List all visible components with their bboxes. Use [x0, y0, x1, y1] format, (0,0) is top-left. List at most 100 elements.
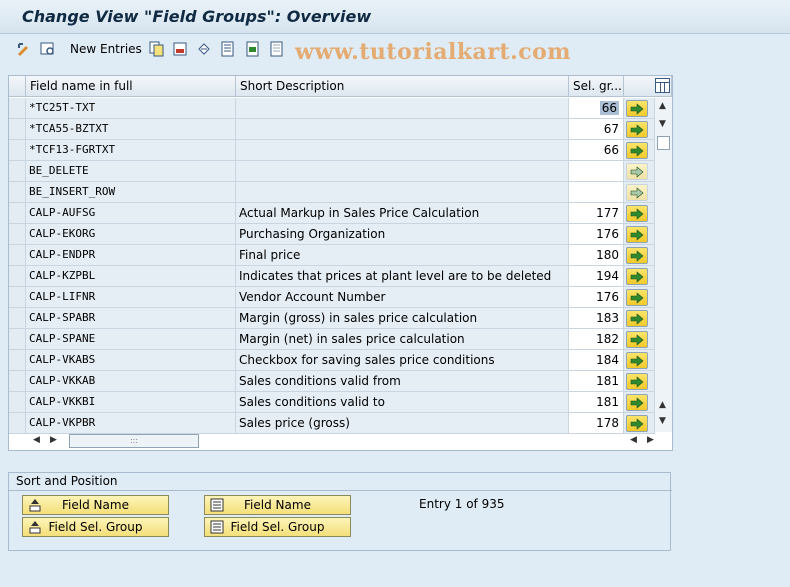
row-action-cell [624, 350, 655, 371]
navigate-detail-button[interactable] [626, 394, 648, 411]
sel-group-input[interactable]: 178 [569, 413, 624, 434]
horizontal-scrollbar[interactable]: ◀ ▶ ::: ◀ ▶ [31, 432, 671, 450]
position-field-sel-group-button[interactable]: Field Sel. Group [204, 517, 351, 537]
scroll-right-icon[interactable]: ▶ [50, 435, 57, 445]
column-settings-header [624, 76, 672, 97]
sel-group-input[interactable] [569, 182, 624, 203]
row-selector[interactable] [9, 329, 26, 350]
row-selector[interactable] [9, 140, 26, 161]
sel-group-input[interactable]: 183 [569, 308, 624, 329]
row-selector[interactable] [9, 308, 26, 329]
navigate-detail-button[interactable] [626, 121, 648, 138]
display-icon[interactable] [40, 41, 56, 57]
short-description-cell: Actual Markup in Sales Price Calculation [236, 203, 569, 224]
short-description-cell [236, 161, 569, 182]
navigate-detail-button[interactable] [626, 142, 648, 159]
navigate-detail-button[interactable] [626, 373, 648, 390]
navigate-detail-button[interactable] [626, 289, 648, 306]
select-all-rows-header[interactable] [9, 76, 26, 97]
scroll-left-icon[interactable]: ◀ [33, 435, 40, 445]
select-all-icon[interactable] [220, 41, 236, 57]
short-description-cell [236, 119, 569, 140]
arrow-right-icon [630, 375, 644, 388]
navigate-detail-button[interactable] [626, 268, 648, 285]
sel-group-input[interactable]: 194 [569, 266, 624, 287]
sel-group-input[interactable]: 66 [569, 140, 624, 161]
sel-group-input[interactable]: 180 [569, 245, 624, 266]
new-entries-button[interactable]: New Entries [70, 42, 142, 56]
navigate-detail-button[interactable] [626, 226, 648, 243]
navigate-detail-button[interactable] [626, 100, 648, 117]
table-settings-icon[interactable] [655, 78, 670, 93]
navigate-detail-button[interactable] [626, 331, 648, 348]
sel-group-input[interactable]: 182 [569, 329, 624, 350]
sel-group-input[interactable]: 66 [569, 98, 624, 119]
sort-ascending-field-name-button[interactable]: Field Name [22, 495, 169, 515]
scroll-up-icon[interactable]: ▲ [659, 101, 666, 111]
row-selector[interactable] [9, 266, 26, 287]
row-action-cell [624, 371, 655, 392]
navigate-detail-button[interactable] [626, 352, 648, 369]
row-selector[interactable] [9, 119, 26, 140]
deselect-all-icon[interactable] [269, 41, 285, 57]
row-action-cell [624, 392, 655, 413]
scroll-left-end-icon[interactable]: ◀ [630, 435, 637, 445]
sel-group-input[interactable]: 181 [569, 371, 624, 392]
edit-toggle-icon[interactable] [16, 41, 32, 57]
row-selector[interactable] [9, 245, 26, 266]
undo-icon[interactable] [196, 41, 212, 57]
sel-group-value: 67 [603, 122, 619, 136]
scroll-down-icon[interactable]: ▼ [659, 416, 666, 426]
page-up-icon[interactable]: ▼ [659, 119, 666, 129]
arrow-right-icon [630, 333, 644, 346]
row-selector[interactable] [9, 203, 26, 224]
sort-and-position-box: Sort and Position Field Name Field Sel. … [8, 472, 672, 551]
row-selector[interactable] [9, 371, 26, 392]
select-block-icon[interactable] [245, 41, 261, 57]
navigate-detail-button[interactable] [626, 310, 648, 327]
row-selector[interactable] [9, 413, 26, 434]
field-name-cell: CALP-SPABR [26, 308, 236, 329]
row-selector[interactable] [9, 182, 26, 203]
delete-icon[interactable] [172, 41, 188, 57]
copy-icon[interactable] [149, 41, 165, 57]
row-selector[interactable] [9, 287, 26, 308]
sel-group-input[interactable]: 176 [569, 224, 624, 245]
row-selector[interactable] [9, 161, 26, 182]
field-name-cell: *TCA55-BZTXT [26, 119, 236, 140]
horizontal-scroll-thumb[interactable]: ::: [69, 434, 199, 448]
row-action-cell [624, 413, 655, 434]
navigate-detail-button[interactable] [626, 163, 648, 180]
navigate-detail-button[interactable] [626, 415, 648, 432]
sel-group-input[interactable]: 176 [569, 287, 624, 308]
arrow-right-icon [630, 165, 644, 178]
navigate-detail-button[interactable] [626, 247, 648, 264]
sel-group-input[interactable]: 181 [569, 392, 624, 413]
row-selector[interactable] [9, 98, 26, 119]
row-action-cell [624, 203, 655, 224]
sel-group-input[interactable] [569, 161, 624, 182]
sel-group-input[interactable]: 177 [569, 203, 624, 224]
column-header-short-description[interactable]: Short Description [236, 76, 569, 97]
scroll-right-end-icon[interactable]: ▶ [647, 435, 654, 445]
vertical-scrollbar[interactable]: ▲ ▼ ▲ ▼ [655, 98, 672, 432]
entry-count: Entry 1 of 935 [419, 497, 505, 511]
page-down-up-icon[interactable]: ▲ [659, 400, 666, 410]
navigate-detail-button[interactable] [626, 205, 648, 222]
row-selector[interactable] [9, 392, 26, 413]
row-selector[interactable] [9, 350, 26, 371]
field-name-cell: CALP-ENDPR [26, 245, 236, 266]
row-selector[interactable] [9, 224, 26, 245]
sort-ascending-field-sel-group-button[interactable]: Field Sel. Group [22, 517, 169, 537]
column-header-sel-group[interactable]: Sel. gr... [569, 76, 624, 97]
short-description-cell: Purchasing Organization [236, 224, 569, 245]
scroll-thumb[interactable] [657, 136, 670, 150]
sel-group-input[interactable]: 184 [569, 350, 624, 371]
column-header-field-name[interactable]: Field name in full [26, 76, 236, 97]
arrow-right-icon [630, 417, 644, 430]
position-field-name-button[interactable]: Field Name [204, 495, 351, 515]
navigate-detail-button[interactable] [626, 184, 648, 201]
sort-ascending-field-sel-group-label: Field Sel. Group [48, 520, 143, 534]
sel-group-value: 182 [596, 332, 619, 346]
sel-group-input[interactable]: 67 [569, 119, 624, 140]
